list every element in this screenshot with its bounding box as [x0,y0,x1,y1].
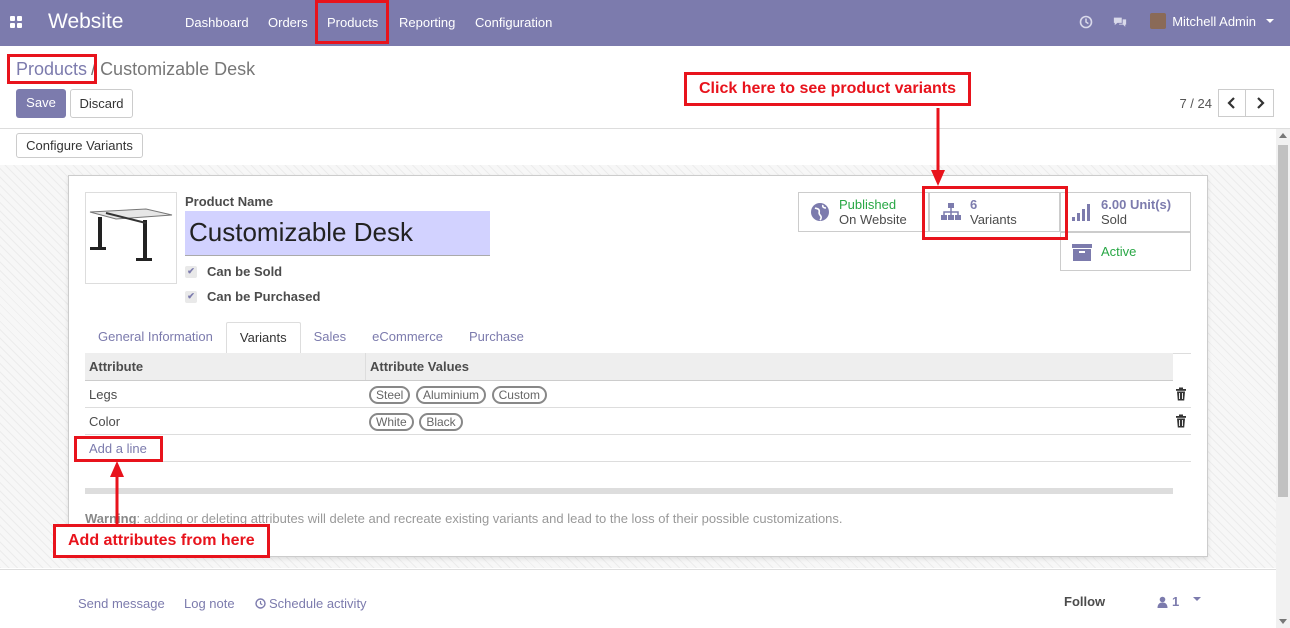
tab-variants[interactable]: Variants [225,322,301,354]
can-be-sold-row: ✔ Can be Sold [185,264,282,279]
pager-prev-button[interactable] [1218,89,1246,117]
active-smart-button[interactable]: Active [1060,232,1191,271]
sold-quantity: 6.00 [1101,197,1127,212]
table-header: Attribute Attribute Values [85,353,1173,381]
log-note-button[interactable]: Log note [184,596,235,611]
table-row[interactable]: Color White Black [85,408,1191,435]
table-footer-bar [85,488,1173,494]
values-cell[interactable]: White Black [365,408,1191,434]
annotation-arrow-up [110,461,124,528]
page-scrollbar[interactable] [1276,129,1290,628]
can-be-purchased-label: Can be Purchased [207,289,321,304]
menu-configuration[interactable]: Configuration [475,15,552,30]
chevron-down-icon [1193,596,1202,601]
published-status: Published [839,197,897,212]
annotation-variants-highlight [922,186,1068,240]
user-avatar [1150,13,1167,29]
add-line-row: Add a line [85,435,1191,462]
chevron-left-icon [1227,97,1235,109]
can-be-purchased-checkbox[interactable]: ✔ [185,290,197,303]
trash-icon[interactable] [1175,387,1187,401]
desk-image [89,208,173,261]
control-panel-divider [0,128,1290,129]
menu-orders[interactable]: Orders [268,15,308,30]
active-label: Active [1101,244,1137,259]
chevron-down-icon [1266,19,1274,23]
app-brand[interactable]: Website [48,10,123,34]
tab-ecommerce[interactable]: eCommerce [359,322,456,354]
tab-general-information[interactable]: General Information [85,322,226,354]
chevron-right-icon [1256,97,1265,109]
apps-menu-icon[interactable] [10,16,23,29]
product-image[interactable] [85,192,177,284]
can-be-sold-label: Can be Sold [207,264,283,279]
values-cell[interactable]: Steel Aluminium Custom [365,381,1191,407]
schedule-activity-label: Schedule activity [269,596,367,611]
signal-bars-icon [1071,201,1093,223]
archive-icon [1071,241,1093,263]
send-message-button[interactable]: Send message [78,596,165,611]
user-menu[interactable]: Mitchell Admin [1150,13,1274,29]
value-tag: Black [419,413,463,431]
annotation-arrow-down [931,108,945,186]
value-tag: Aluminium [415,386,486,404]
scroll-up-icon[interactable] [1279,133,1287,138]
sold-unit: Unit(s) [1129,197,1172,212]
annotation-products-highlight [315,0,389,44]
attributes-table: Attribute Attribute Values Legs Steel Al… [85,353,1191,462]
chatter-divider [0,569,1276,570]
attribute-cell[interactable]: Color [85,408,365,434]
annotation-attributes-callout: Add attributes from here [53,524,270,558]
user-icon [1157,596,1168,608]
record-pager: 7 / 24 [1179,89,1274,117]
scroll-thumb[interactable] [1278,145,1288,497]
trash-icon[interactable] [1175,414,1187,428]
breadcrumb-current: Customizable Desk [100,59,256,79]
messaging-icon[interactable] [1113,15,1127,29]
published-label: On Website [839,212,907,227]
tab-sales[interactable]: Sales [301,322,360,354]
schedule-activity-button[interactable]: Schedule activity [255,596,367,611]
notebook-tabs: General Information Variants Sales eComm… [85,322,1191,354]
follow-button[interactable]: Follow [1064,594,1105,609]
save-button[interactable]: Save [16,89,66,118]
table-row[interactable]: Legs Steel Aluminium Custom [85,381,1191,408]
followers-count: 1 [1172,594,1180,609]
column-header-attribute[interactable]: Attribute [85,353,365,380]
annotation-add-line-highlight [74,436,163,462]
column-header-values[interactable]: Attribute Values [365,353,1173,380]
value-tag: Steel [369,386,411,404]
menu-dashboard[interactable]: Dashboard [185,15,249,30]
published-smart-button[interactable]: Published On Website [798,192,929,232]
product-name-label: Product Name [185,194,274,209]
value-tag: Custom [491,386,547,404]
pager-value: 7 / 24 [1179,95,1212,111]
attribute-cell[interactable]: Legs [85,381,365,407]
product-name-input[interactable]: Customizable Desk [185,211,490,256]
sold-label: Sold [1101,212,1128,227]
configure-variants-button[interactable]: Configure Variants [16,133,143,158]
top-navbar: Website Dashboard Orders Products Report… [0,0,1290,46]
scroll-down-icon[interactable] [1279,619,1287,624]
tab-purchase[interactable]: Purchase [456,322,537,354]
discard-button[interactable]: Discard [70,89,133,118]
clock-icon [255,598,266,609]
menu-reporting[interactable]: Reporting [399,15,455,30]
can-be-purchased-row: ✔ Can be Purchased [185,289,320,304]
annotation-breadcrumb-highlight [7,54,97,84]
globe-icon [809,201,831,223]
can-be-sold-checkbox[interactable]: ✔ [185,265,197,278]
sold-smart-button[interactable]: 6.00 Unit(s) Sold [1060,192,1191,232]
annotation-variants-callout: Click here to see product variants [684,72,971,106]
followers-button[interactable]: 1 [1157,594,1202,609]
pager-next-button[interactable] [1246,89,1274,117]
value-tag: White [369,413,414,431]
activity-clock-icon[interactable] [1079,15,1093,29]
user-name: Mitchell Admin [1172,13,1256,29]
